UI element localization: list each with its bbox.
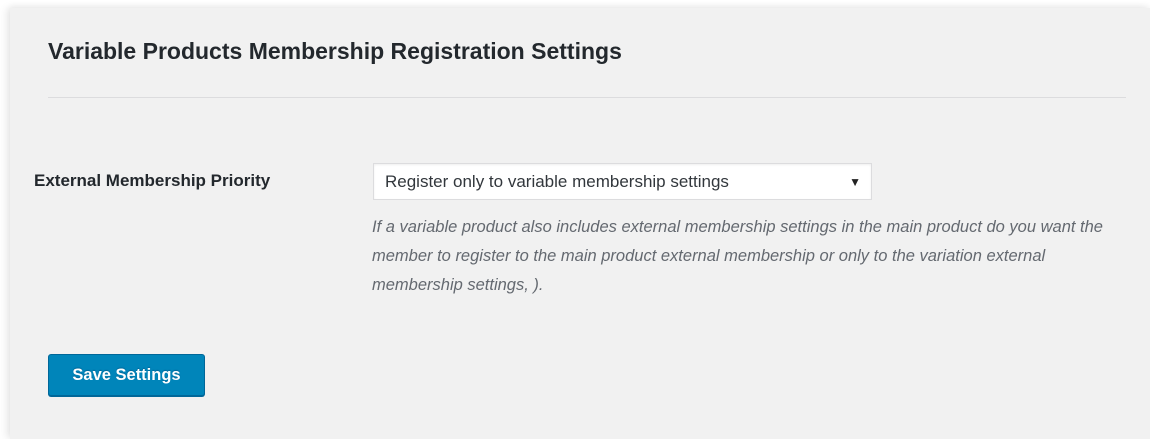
chevron-down-icon: ▼ xyxy=(849,174,861,189)
field-description: If a variable product also includes exte… xyxy=(372,218,1103,294)
select-selected-value: Register only to variable membership set… xyxy=(385,171,729,191)
settings-panel: Variable Products Membership Registratio… xyxy=(10,8,1150,439)
page-title: Variable Products Membership Registratio… xyxy=(48,38,622,64)
save-settings-button[interactable]: Save Settings xyxy=(48,354,205,396)
external-membership-priority-select[interactable]: Register only to variable membership set… xyxy=(373,163,872,200)
title-divider xyxy=(48,97,1126,98)
external-membership-priority-label: External Membership Priority xyxy=(34,171,271,190)
